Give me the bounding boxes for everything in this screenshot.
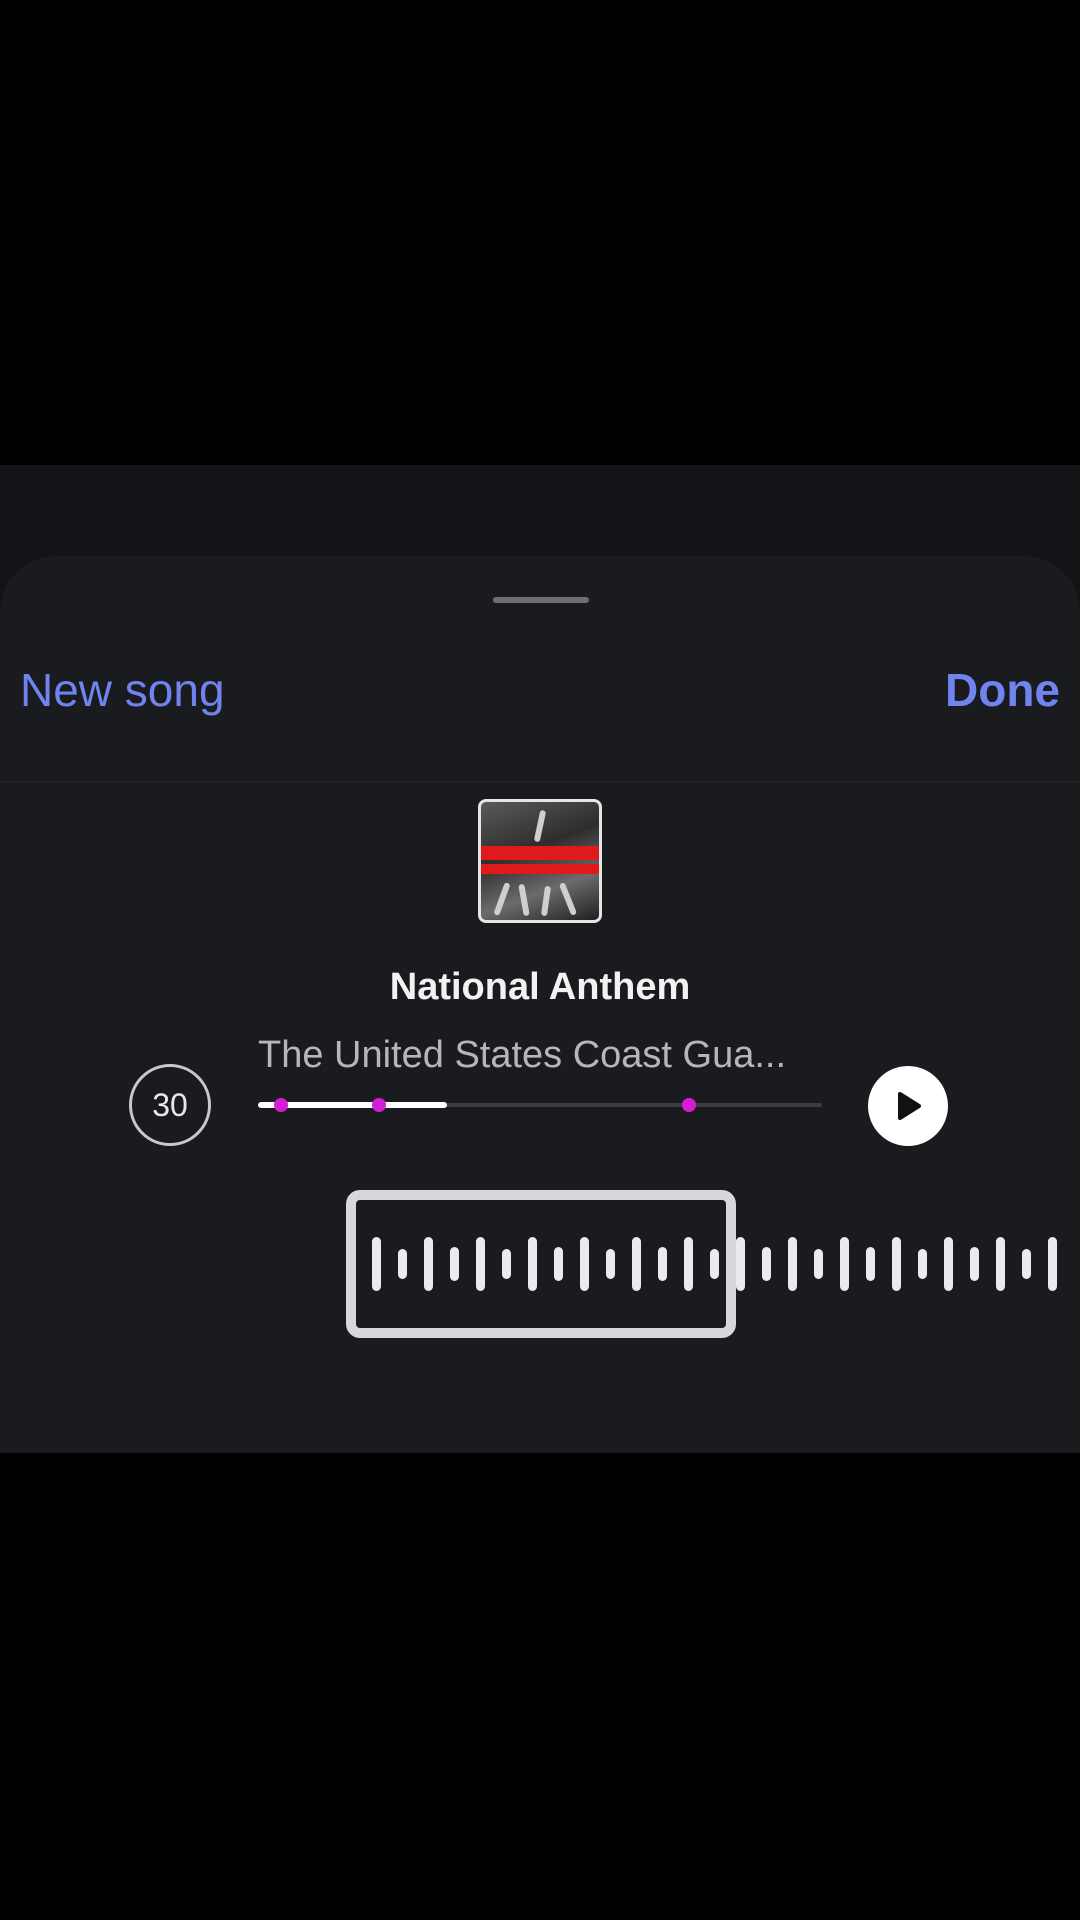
waveform-bar (736, 1237, 745, 1291)
album-artwork (478, 799, 602, 923)
waveform-bar (866, 1247, 875, 1281)
waveform-bar (814, 1249, 823, 1279)
progress-marker (273, 1098, 288, 1112)
play-icon (898, 1092, 921, 1120)
waveform-bar (762, 1247, 771, 1281)
waveform-bar (944, 1237, 953, 1291)
done-button[interactable]: Done (945, 662, 1060, 718)
clip-duration-label: 30 (152, 1086, 188, 1123)
clip-duration-button[interactable]: 30 (129, 1064, 211, 1146)
play-button[interactable] (868, 1066, 948, 1146)
song-artist: The United States Coast Gua... (258, 1034, 787, 1076)
progress-track[interactable] (258, 1098, 822, 1112)
album-art-figure (540, 885, 552, 917)
album-art-figure (533, 809, 547, 843)
waveform-bar (892, 1237, 901, 1291)
waveform-bar (1048, 1237, 1057, 1291)
album-art-stripe (481, 864, 599, 874)
header-divider (0, 781, 1080, 782)
waveform-bar (788, 1237, 797, 1291)
song-title: National Anthem (389, 966, 691, 1008)
waveform-bar (996, 1237, 1005, 1291)
album-art-figure (518, 883, 530, 917)
waveform-bar (918, 1249, 927, 1279)
album-art-figure (558, 882, 578, 916)
waveform-bar (970, 1247, 979, 1281)
album-art-figure (493, 881, 511, 917)
clip-selection-window[interactable] (346, 1190, 736, 1338)
screen: New song Done National Anthem The United… (0, 0, 1080, 1920)
new-song-button[interactable]: New song (20, 662, 225, 718)
waveform-bar (1022, 1249, 1031, 1279)
sheet-grabber[interactable] (493, 597, 589, 603)
waveform-bar (840, 1237, 849, 1291)
album-art-stripe (481, 846, 599, 860)
